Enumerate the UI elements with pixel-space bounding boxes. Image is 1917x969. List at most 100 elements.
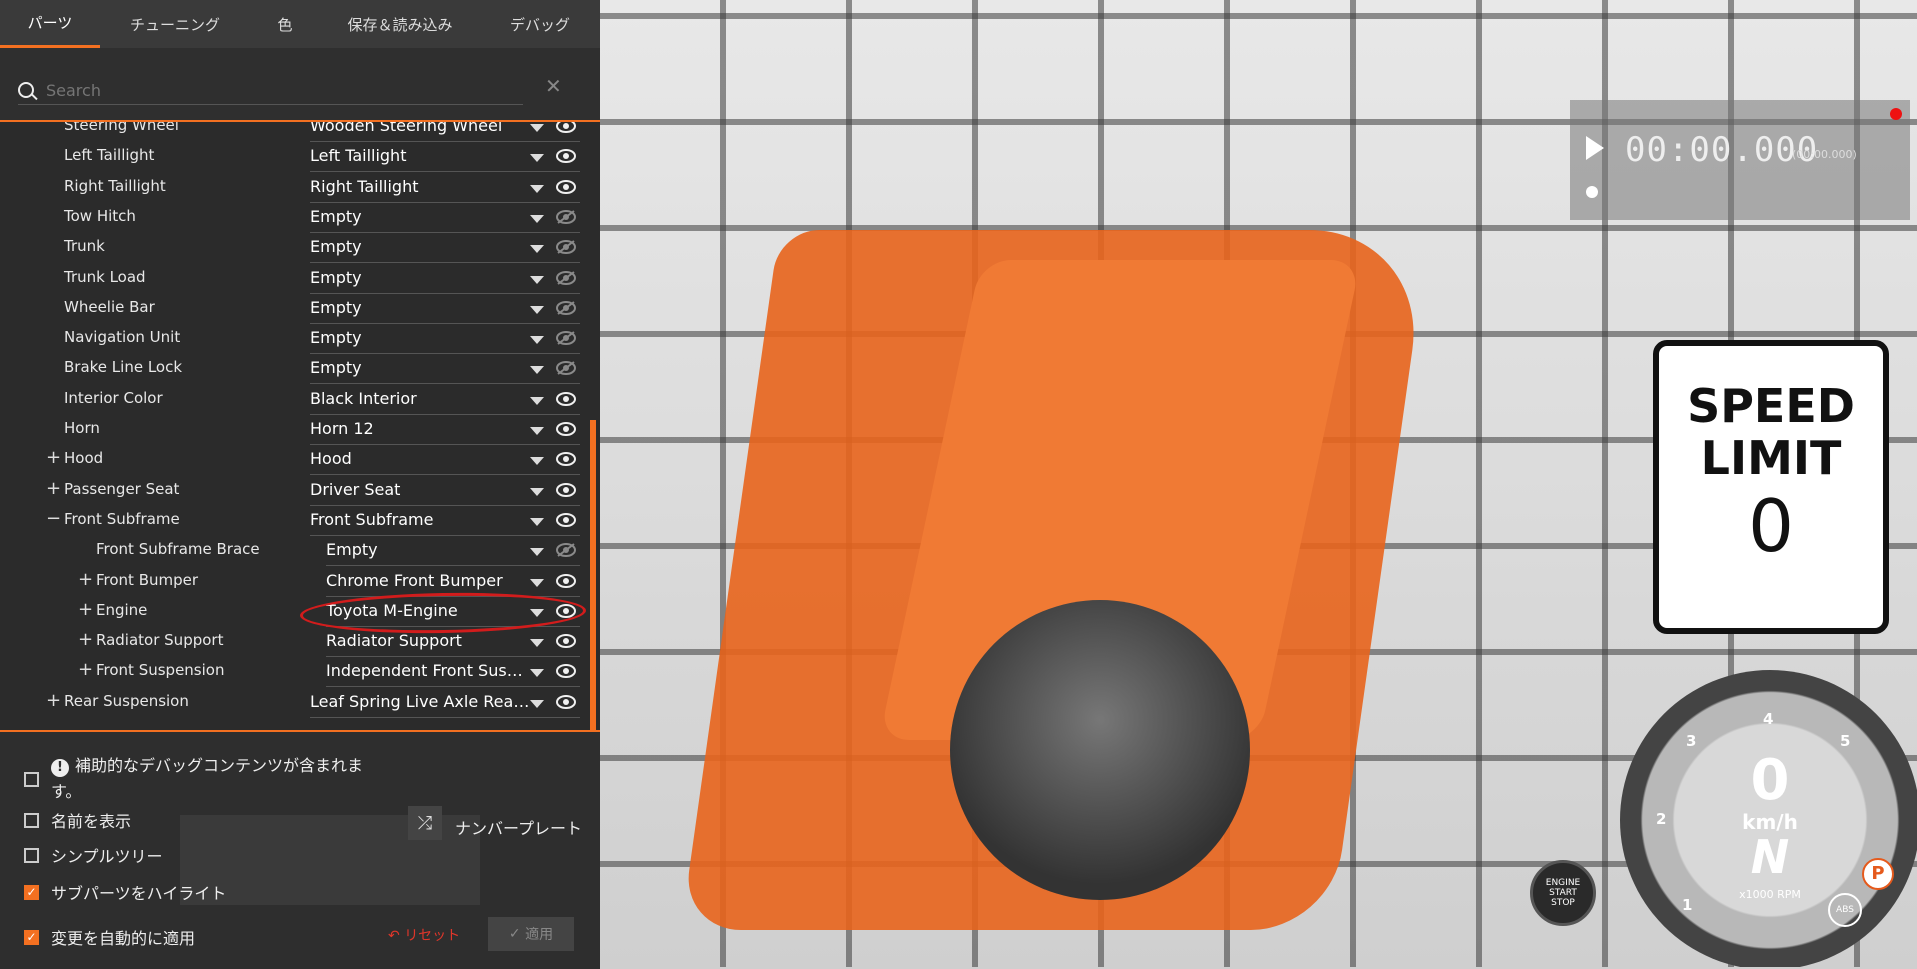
part-row[interactable]: Tow Hitch Empty: [0, 203, 580, 233]
eye-icon[interactable]: [556, 482, 576, 497]
part-value-select[interactable]: Horn 12: [310, 415, 530, 443]
part-value-select[interactable]: Empty: [326, 536, 526, 564]
auto-apply-option[interactable]: 変更を自動的に適用: [24, 925, 195, 949]
eye-off-icon[interactable]: [556, 542, 576, 558]
part-row[interactable]: Brake Line Lock Empty: [0, 354, 580, 385]
eye-icon[interactable]: [556, 421, 576, 436]
play-icon[interactable]: [1586, 136, 1604, 160]
simple-tree-checkbox[interactable]: [24, 847, 39, 863]
chevron-down-icon[interactable]: [530, 669, 544, 678]
part-row[interactable]: Front Subframe Brace Empty: [0, 536, 580, 567]
part-row[interactable]: Navigation Unit Empty: [0, 324, 580, 355]
chevron-down-icon[interactable]: [530, 427, 544, 435]
part-value-select[interactable]: Left Taillight: [310, 142, 530, 170]
eye-icon[interactable]: [556, 663, 576, 679]
chevron-down-icon[interactable]: [530, 366, 544, 375]
part-row[interactable]: − Front Subframe Front Subframe: [0, 506, 580, 536]
expand-icon[interactable]: +: [78, 567, 93, 593]
expand-icon[interactable]: +: [78, 657, 93, 683]
chevron-down-icon[interactable]: [530, 578, 544, 587]
part-row[interactable]: + Radiator Support Radiator Support: [0, 627, 580, 658]
eye-icon[interactable]: [556, 512, 576, 527]
chevron-down-icon[interactable]: [530, 214, 544, 223]
part-row[interactable]: Interior Color Black Interior: [0, 385, 580, 415]
part-value-select[interactable]: Chrome Front Bumper: [326, 567, 526, 595]
chevron-down-icon[interactable]: [530, 487, 544, 496]
scrollbar[interactable]: [590, 420, 596, 730]
part-row[interactable]: + Passenger Seat Driver Seat: [0, 476, 580, 506]
chevron-down-icon[interactable]: [530, 517, 544, 526]
chevron-down-icon[interactable]: [530, 124, 544, 132]
part-row[interactable]: Right Taillight Right Taillight: [0, 173, 580, 203]
eye-off-icon[interactable]: [556, 300, 576, 315]
eye-icon[interactable]: [556, 391, 576, 406]
eye-off-icon[interactable]: [556, 360, 576, 376]
collapse-icon[interactable]: −: [46, 506, 61, 532]
part-row[interactable]: + Hood Hood: [0, 445, 580, 476]
part-row[interactable]: + Front Suspension Independent Front Susp.…: [0, 657, 580, 688]
part-row[interactable]: Trunk Load Empty: [0, 264, 580, 294]
part-value-select[interactable]: Right Taillight: [310, 173, 530, 201]
part-row[interactable]: + Front Bumper Chrome Front Bumper: [0, 567, 580, 597]
expand-icon[interactable]: +: [46, 445, 61, 471]
part-value-select[interactable]: Empty: [310, 203, 530, 231]
highlight-subparts-option[interactable]: サブパーツをハイライト: [24, 880, 226, 904]
eye-icon[interactable]: [556, 179, 576, 194]
part-row[interactable]: Left Taillight Left Taillight: [0, 142, 580, 173]
show-names-option[interactable]: 名前を表示: [24, 808, 131, 832]
expand-icon[interactable]: +: [46, 476, 61, 502]
debug-content-checkbox[interactable]: [24, 771, 39, 787]
chevron-down-icon[interactable]: [530, 639, 544, 648]
part-row[interactable]: Steering Wheel Wooden Steering Wheel: [0, 122, 580, 142]
apply-button[interactable]: ✓ 適用: [488, 917, 574, 951]
expand-icon[interactable]: +: [78, 597, 93, 623]
part-value-select[interactable]: Front Subframe: [310, 506, 530, 534]
auto-apply-checkbox[interactable]: [24, 929, 39, 945]
chevron-down-icon[interactable]: [530, 548, 544, 557]
part-value-select[interactable]: Black Interior: [310, 385, 530, 413]
reset-button[interactable]: ↶ リセット: [388, 925, 460, 945]
close-icon[interactable]: ✕: [545, 74, 562, 98]
part-value-select[interactable]: Driver Seat: [310, 476, 530, 504]
eye-icon[interactable]: [556, 694, 576, 709]
simple-tree-option[interactable]: シンプルツリー: [24, 843, 163, 867]
shuffle-button[interactable]: ⤮: [408, 806, 442, 840]
part-value-select[interactable]: Empty: [310, 324, 530, 352]
part-value-select[interactable]: Leaf Spring Live Axle Rear...: [310, 688, 530, 716]
chevron-down-icon[interactable]: [530, 305, 544, 314]
highlight-subparts-checkbox[interactable]: [24, 884, 39, 900]
expand-icon[interactable]: +: [46, 688, 61, 714]
engine-start-stop-button[interactable]: ENGINE START STOP: [1530, 860, 1596, 926]
chevron-down-icon[interactable]: [530, 245, 544, 254]
part-row[interactable]: Trunk Empty: [0, 233, 580, 264]
expand-icon[interactable]: +: [78, 627, 93, 653]
part-row[interactable]: + Rear Suspension Leaf Spring Live Axle Re…: [0, 688, 580, 718]
chevron-down-icon[interactable]: [530, 396, 544, 405]
tab-save-load[interactable]: 保存＆読み込み: [320, 0, 480, 48]
part-value-select[interactable]: Empty: [310, 264, 530, 292]
eye-off-icon[interactable]: [556, 270, 576, 285]
chevron-down-icon[interactable]: [530, 699, 544, 708]
chevron-down-icon[interactable]: [530, 275, 544, 284]
chevron-down-icon[interactable]: [530, 336, 544, 345]
debug-content-option[interactable]: ! 補助的なデバッグコンテンツが含まれま す。: [24, 753, 363, 805]
chevron-down-icon[interactable]: [530, 154, 544, 163]
part-value-select[interactable]: Hood: [310, 445, 530, 473]
part-row[interactable]: Horn Horn 12: [0, 415, 580, 445]
license-plate-label[interactable]: ナンバープレート: [455, 815, 582, 839]
tab-debug[interactable]: デバッグ: [480, 0, 600, 48]
tab-tuning[interactable]: チューニング: [100, 0, 250, 48]
part-value-select[interactable]: Wooden Steering Wheel: [310, 122, 530, 140]
tab-parts[interactable]: パーツ: [0, 0, 100, 48]
part-value-select[interactable]: Empty: [310, 354, 530, 382]
part-value-select[interactable]: Empty: [310, 294, 530, 322]
replay-scrubber[interactable]: [1586, 186, 1598, 198]
part-row[interactable]: Wheelie Bar Empty: [0, 294, 580, 324]
eye-icon[interactable]: [556, 573, 576, 588]
chevron-down-icon[interactable]: [530, 457, 544, 466]
eye-off-icon[interactable]: [556, 330, 576, 346]
eye-icon[interactable]: [556, 122, 576, 133]
eye-off-icon[interactable]: [556, 209, 576, 224]
part-value-select[interactable]: Independent Front Susp...: [326, 657, 526, 685]
eye-icon[interactable]: [556, 633, 576, 649]
